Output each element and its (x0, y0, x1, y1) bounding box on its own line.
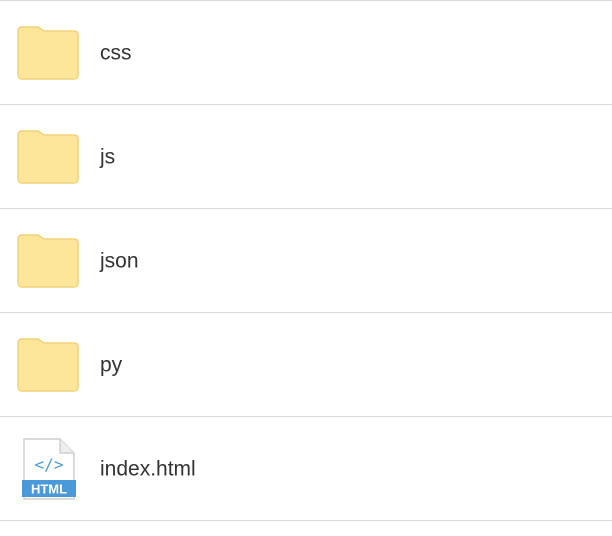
file-name: index.html (100, 457, 196, 480)
folder-icon (17, 233, 79, 288)
list-item[interactable]: css (0, 1, 612, 105)
html-file-icon: </> HTML (22, 437, 76, 500)
file-name: js (100, 145, 116, 168)
file-name: py (100, 353, 123, 376)
folder-icon (17, 337, 79, 392)
list-item[interactable]: json (0, 209, 612, 313)
html-code-glyph: </> (35, 455, 64, 474)
html-badge-label: HTML (31, 481, 67, 496)
folder-icon (17, 129, 79, 184)
list-item[interactable]: py (0, 313, 612, 417)
file-name: css (100, 41, 132, 64)
file-list: css js json py </> HTML index.html (0, 0, 612, 521)
list-item[interactable]: </> HTML index.html (0, 417, 612, 521)
list-item[interactable]: js (0, 105, 612, 209)
folder-icon (17, 25, 79, 80)
file-name: json (100, 249, 139, 272)
